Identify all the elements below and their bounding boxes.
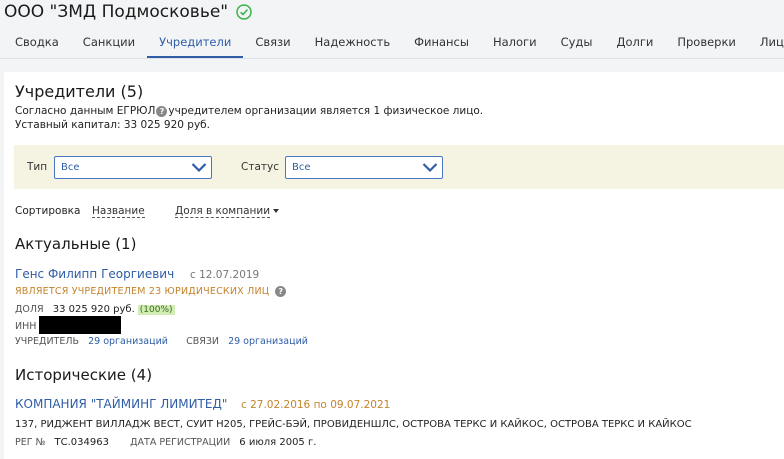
tab-founders[interactable]: Учредители xyxy=(147,28,244,58)
tab-courts[interactable]: Суды xyxy=(549,28,605,58)
historic-company-link[interactable]: КОМПАНИЯ "ТАЙМИНГ ЛИМИТЕД" xyxy=(15,397,227,411)
links-orgs-link[interactable]: 29 организаций xyxy=(228,336,308,347)
tab-licenses[interactable]: Лицен xyxy=(748,28,784,58)
type-label: Тип xyxy=(27,161,48,173)
caret-down-icon[interactable] xyxy=(273,209,279,213)
founder-label: УЧРЕДИТЕЛЬ xyxy=(15,336,80,347)
founder-person-link[interactable]: Генс Филипп Георгиевич xyxy=(15,267,174,281)
inn-redacted xyxy=(39,316,121,334)
status-select-value: Все xyxy=(292,162,311,173)
tab-finance[interactable]: Финансы xyxy=(402,28,481,58)
status-label: Статус xyxy=(241,161,279,173)
help-icon[interactable]: ? xyxy=(275,286,287,297)
sort-label: Сортировка xyxy=(15,205,81,217)
tab-bar: Сводка Санкции Учредители Связи Надежнос… xyxy=(0,28,784,59)
type-select-value: Все xyxy=(61,162,80,173)
historic-address: 137, РИДЖЕНТ ВИЛЛАДЖ ВЕСТ, СУИТ Н205, ГР… xyxy=(15,419,692,430)
status-select[interactable]: Все xyxy=(285,156,443,179)
help-icon[interactable]: ? xyxy=(156,105,168,117)
section-title: Учредители (5) xyxy=(15,82,144,101)
founders-card: Учредители (5) Согласно данным ЕГРЮЛ ? у… xyxy=(4,72,784,459)
share-row: ДОЛЯ 33 025 920 руб. (100%) xyxy=(15,304,175,315)
founder-links-row: УЧРЕДИТЕЛЬ 29 организаций СВЯЗИ 29 орган… xyxy=(15,336,308,347)
historic-title: Исторические (4) xyxy=(15,366,153,384)
founder-since: с 12.07.2019 xyxy=(190,269,260,281)
share-percent-badge: (100%) xyxy=(137,305,175,315)
reg-label: РЕГ № xyxy=(15,437,46,448)
tab-taxes[interactable]: Налоги xyxy=(481,28,549,58)
capital-text: Уставный капитал: 33 025 920 руб. xyxy=(15,119,210,131)
tab-debts[interactable]: Долги xyxy=(604,28,665,58)
egrul-info-start: Согласно данным ЕГРЮЛ xyxy=(15,105,156,117)
sort-by-name[interactable]: Название xyxy=(92,205,145,218)
tab-inspections[interactable]: Проверки xyxy=(665,28,748,58)
reg-date-value: 6 июля 2005 г. xyxy=(239,437,317,448)
share-label: ДОЛЯ xyxy=(15,304,44,315)
founder-role-warning: ЯВЛЯЕТСЯ УЧРЕДИТЕЛЕМ 23 ЮРИДИЧЕСКИХ ЛИЦ … xyxy=(15,286,287,297)
reg-date-label: ДАТА РЕГИСТРАЦИИ xyxy=(130,437,231,448)
founder-role-text: ЯВЛЯЕТСЯ УЧРЕДИТЕЛЕМ 23 ЮРИДИЧЕСКИХ ЛИЦ xyxy=(15,286,270,297)
egrul-info: Согласно данным ЕГРЮЛ ? учредителем орга… xyxy=(15,105,483,117)
check-circle-icon xyxy=(236,4,252,20)
tab-reliability[interactable]: Надежность xyxy=(303,28,402,58)
reg-number: ТС.034963 xyxy=(54,437,109,448)
egrul-info-end: учредителем организации является 1 физич… xyxy=(168,105,484,117)
sort-by-share[interactable]: Доля в компании xyxy=(175,205,271,218)
reg-row: РЕГ № ТС.034963 ДАТА РЕГИСТРАЦИИ 6 июля … xyxy=(15,437,316,448)
filters-panel: Тип Все Статус Все xyxy=(14,145,784,189)
chevron-down-icon xyxy=(191,163,207,173)
company-title: ООО "ЗМД Подмосковье" xyxy=(4,0,252,24)
tab-summary[interactable]: Сводка xyxy=(0,28,71,58)
actual-title: Актуальные (1) xyxy=(15,235,137,253)
inn-label: ИНН xyxy=(15,321,37,332)
chevron-down-icon xyxy=(422,163,438,173)
type-select[interactable]: Все xyxy=(54,156,212,179)
tab-sanctions[interactable]: Санкции xyxy=(71,28,147,58)
share-value: 33 025 920 руб. xyxy=(52,304,135,315)
tab-links[interactable]: Связи xyxy=(243,28,302,58)
founder-orgs-link[interactable]: 29 организаций xyxy=(88,336,168,347)
company-name: ООО "ЗМД Подмосковье" xyxy=(4,2,229,22)
historic-company-dates: с 27.02.2016 по 09.07.2021 xyxy=(241,399,391,411)
links-label: СВЯЗИ xyxy=(186,336,220,347)
